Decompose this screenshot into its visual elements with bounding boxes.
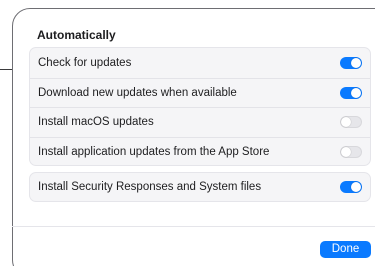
install-app-store-updates-label: Install application updates from the App… [38,145,270,158]
install-macos-updates-row: Install macOS updates [30,107,370,137]
download-updates-row: Download new updates when available [30,77,370,108]
check-for-updates-row: Check for updates [30,48,370,78]
install-app-store-updates-toggle[interactable] [340,145,362,158]
footer-divider [12,226,375,227]
check-for-updates-label: Check for updates [38,56,132,69]
automatic-options-group: Check for updates Download new updates w… [29,47,371,166]
security-responses-row: Install Security Responses and System fi… [30,173,370,201]
toggle-knob [351,182,361,192]
toggle-knob [341,146,351,157]
toggle-knob [351,57,361,68]
security-options-group: Install Security Responses and System fi… [29,172,371,202]
toggle-knob [341,117,351,128]
download-updates-toggle[interactable] [340,86,362,99]
backdrop-divider [0,69,12,70]
security-responses-toggle[interactable] [340,181,362,193]
software-update-options-window: Automatically Check for updates Download… [0,0,375,266]
security-responses-label: Install Security Responses and System fi… [38,181,262,193]
install-app-store-updates-row: Install application updates from the App… [30,136,370,167]
install-macos-updates-label: Install macOS updates [38,116,154,129]
done-button[interactable]: Done [320,241,371,258]
install-macos-updates-toggle[interactable] [340,116,362,129]
toggle-knob [351,87,361,98]
download-updates-label: Download new updates when available [38,86,237,99]
section-title: Automatically [37,28,116,42]
check-for-updates-toggle[interactable] [340,56,362,69]
